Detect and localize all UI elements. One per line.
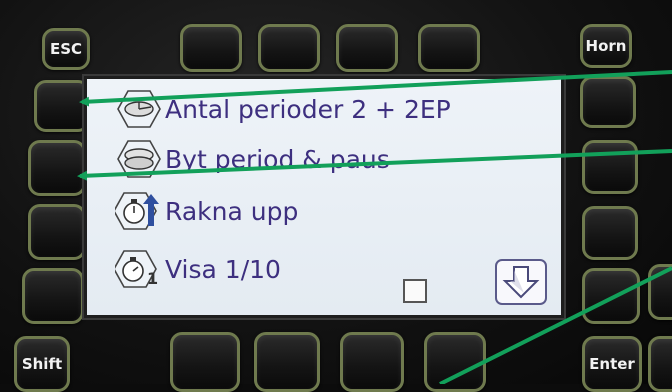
bottom-softkey-2[interactable] <box>254 332 320 392</box>
left-softkey-4[interactable] <box>22 268 84 324</box>
lcd-screen: Antal perioder 2 + 2EP Byt period & paus… <box>84 76 564 318</box>
stopwatch-count-up-icon <box>115 188 163 234</box>
bottom-softkey-1[interactable] <box>170 332 240 392</box>
menu-item-show-tenths[interactable]: 1 Visa 1/10 <box>115 245 281 293</box>
period-disc-icon <box>115 86 163 132</box>
left-softkey-3[interactable] <box>28 204 86 260</box>
stopwatch-tenths-icon: 1 <box>115 246 163 292</box>
right-softkey-3[interactable] <box>582 206 638 260</box>
top-softkey-4[interactable] <box>418 24 480 72</box>
esc-key[interactable]: ESC <box>42 28 90 70</box>
menu-item-count-up[interactable]: Rakna upp <box>115 187 298 235</box>
right-edge-key[interactable] <box>648 264 672 320</box>
menu-item-label: Byt period & paus <box>165 144 390 174</box>
left-softkey-1[interactable] <box>34 80 90 132</box>
menu-item-switch-period[interactable]: Byt period & paus <box>115 135 390 183</box>
arrow-down-icon <box>502 266 540 299</box>
scroll-down-button[interactable] <box>495 259 547 305</box>
menu-item-label: Visa 1/10 <box>165 254 281 284</box>
show-tenths-checkbox[interactable] <box>403 279 427 303</box>
right-softkey-1[interactable] <box>580 76 636 128</box>
menu-item-label: Antal perioder 2 + 2EP <box>165 94 451 124</box>
left-softkey-2[interactable] <box>28 140 86 196</box>
bottom-softkey-3[interactable] <box>340 332 404 392</box>
menu-item-label: Rakna upp <box>165 196 299 226</box>
top-softkey-1[interactable] <box>180 24 242 72</box>
top-softkey-2[interactable] <box>258 24 320 72</box>
svg-text:1: 1 <box>147 269 158 288</box>
horn-key[interactable]: Horn <box>580 24 632 68</box>
bottom-softkey-4[interactable] <box>424 332 486 392</box>
period-swap-icon <box>115 136 163 182</box>
right-softkey-4[interactable] <box>582 268 640 324</box>
right-softkey-2[interactable] <box>582 140 638 194</box>
menu-item-periods[interactable]: Antal perioder 2 + 2EP <box>115 85 451 133</box>
top-softkey-3[interactable] <box>336 24 398 72</box>
